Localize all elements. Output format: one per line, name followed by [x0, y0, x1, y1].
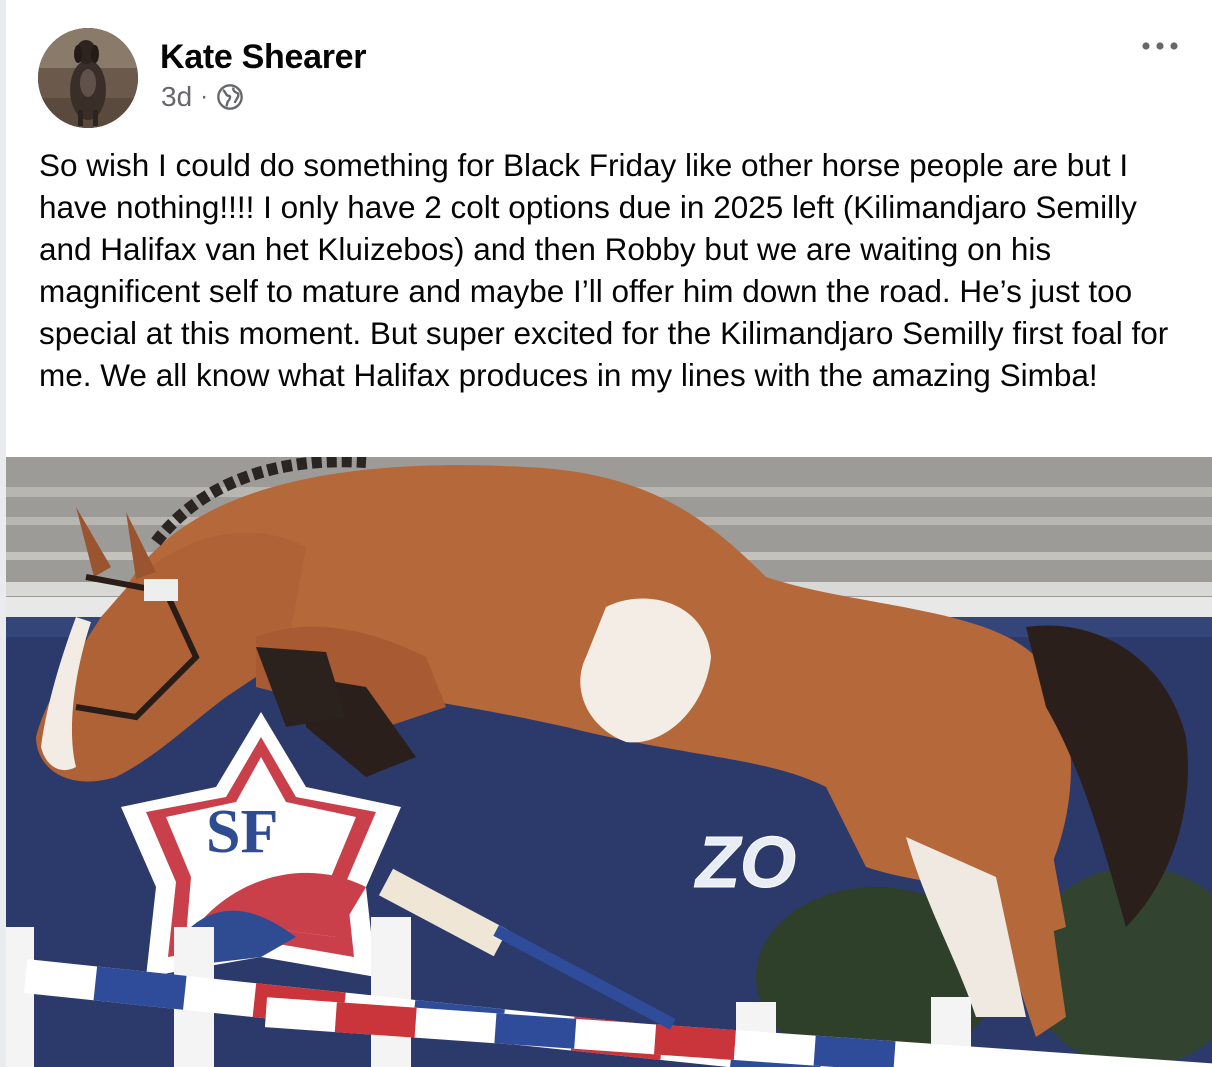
dog-photo	[38, 28, 138, 128]
horse-jumping-photo: SF ZO	[6, 457, 1212, 1067]
post-text: So wish I could do something for Black F…	[39, 147, 1169, 393]
post-timestamp[interactable]: 3d	[161, 81, 192, 113]
more-horizontal-icon[interactable]	[1140, 34, 1180, 58]
facebook-post: Kate Shearer 3d · So wish I could do som…	[0, 0, 1212, 1067]
banner-text: ZO	[694, 823, 796, 903]
author-avatar[interactable]	[38, 28, 138, 128]
meta-separator: ·	[200, 83, 209, 110]
post-photo[interactable]: SF ZO	[6, 457, 1212, 1067]
globe-icon[interactable]	[216, 83, 244, 111]
sf-logo-text: SF	[206, 798, 278, 866]
post-meta: 3d ·	[161, 80, 244, 114]
author-name[interactable]: Kate Shearer	[160, 38, 366, 77]
